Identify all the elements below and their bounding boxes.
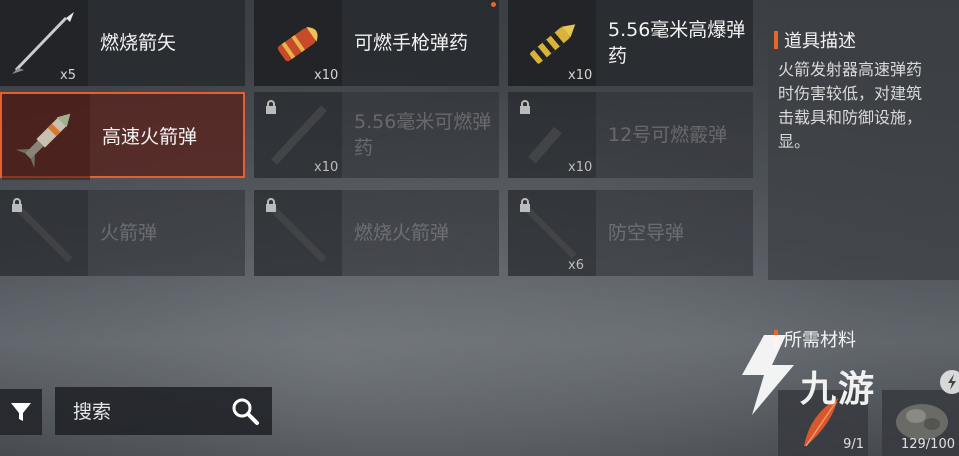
item-cell-incendiary-rocket[interactable]: 燃烧火箭弹 [254, 190, 499, 276]
lock-icon [520, 198, 530, 212]
item-description: 火箭发射器高速弹药 时伤害较低，对建筑 击载具和防御设施， 显。 [778, 58, 959, 178]
item-quantity: x10 [568, 160, 593, 175]
item-cell-556-incendiary-ammo[interactable]: x10 5.56毫米可燃弹药 [254, 92, 499, 178]
item-cell-high-speed-rocket[interactable]: 高速火箭弹 [0, 92, 245, 180]
item-cell-aa-missile[interactable]: x6 防空导弹 [508, 190, 753, 276]
item-name: 燃烧火箭弹 [354, 222, 450, 244]
watermark-text: 九游 [800, 369, 877, 410]
material-quantity: 9/1 [843, 437, 864, 452]
item-thumb: x10 [508, 92, 596, 178]
item-name: 可燃手枪弹药 [354, 32, 469, 54]
description-line: 显。 [778, 132, 811, 151]
item-name: 防空导弹 [608, 222, 685, 244]
item-cell-12-gauge-shell[interactable]: x10 12号可燃霰弹 [508, 92, 753, 178]
item-name: 5.56毫米可燃弹药 [354, 111, 492, 159]
material-slot[interactable]: 129/100 [882, 390, 959, 456]
item-name: 火箭弹 [100, 222, 158, 244]
item-thumb: x10 [254, 0, 342, 86]
filter-icon [11, 403, 31, 421]
lock-icon [266, 198, 276, 212]
new-badge [491, 2, 496, 7]
item-thumb: x10 [508, 0, 596, 86]
description-line: 击载具和防御设施， [778, 108, 923, 127]
item-thumb [2, 94, 90, 180]
item-thumb: x10 [254, 92, 342, 178]
filter-button[interactable] [0, 389, 42, 435]
item-name: 高速火箭弹 [102, 126, 198, 148]
item-cell-incendiary-pistol-ammo[interactable]: x10 可燃手枪弹药 [254, 0, 499, 86]
rocket-icon [15, 113, 71, 169]
lock-icon [520, 100, 530, 114]
refresh-icon[interactable] [938, 368, 959, 396]
description-title: 道具描述 [774, 27, 856, 53]
item-name: 燃烧箭矢 [100, 32, 177, 54]
material-quantity: 129/100 [900, 437, 955, 452]
item-thumb [254, 190, 342, 276]
item-quantity: x5 [60, 68, 76, 83]
item-quantity: x10 [568, 68, 593, 83]
description-line: 火箭发射器高速弹药 [778, 60, 923, 79]
item-quantity: x6 [568, 258, 584, 273]
lock-icon [12, 198, 22, 212]
logo-icon [742, 335, 794, 415]
item-cell-burning-arrow[interactable]: x5 燃烧箭矢 [0, 0, 245, 86]
item-name: 5.56毫米高爆弹药 [608, 19, 746, 67]
search-box [55, 387, 272, 435]
search-icon[interactable] [230, 396, 260, 426]
item-quantity: x10 [314, 68, 339, 83]
item-name: 12号可燃霰弹 [608, 124, 728, 146]
item-quantity: x10 [314, 160, 339, 175]
item-grid: x5 燃烧箭矢 x10 可燃手枪弹药 x10 5.56毫米高爆弹药 高速火箭弹 … [0, 0, 753, 280]
item-thumb [0, 190, 88, 276]
item-cell-rocket[interactable]: 火箭弹 [0, 190, 245, 276]
description-line: 时伤害较低，对建筑 [778, 84, 923, 103]
lock-icon [266, 100, 276, 114]
item-cell-556-he-ammo[interactable]: x10 5.56毫米高爆弹药 [508, 0, 753, 86]
item-thumb: x6 [508, 190, 596, 276]
item-thumb: x5 [0, 0, 88, 86]
search-input[interactable] [71, 397, 225, 427]
